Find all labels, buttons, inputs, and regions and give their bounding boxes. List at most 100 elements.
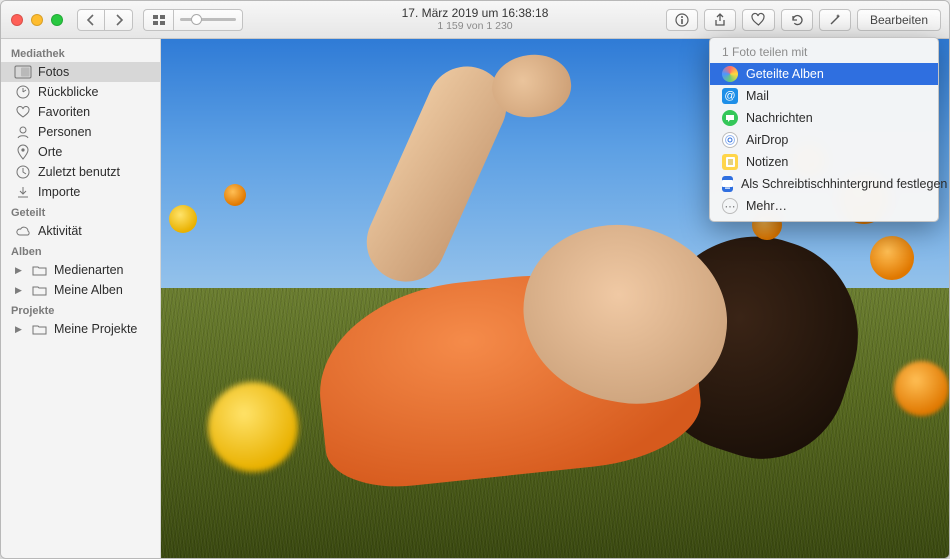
sidebar-item-favorites[interactable]: Favoriten — [1, 102, 160, 122]
enhance-button[interactable] — [819, 9, 851, 31]
grid-icon — [153, 15, 165, 25]
sidebar-item-recent[interactable]: Zuletzt benutzt — [1, 162, 160, 182]
sidebar-label: Zuletzt benutzt — [38, 165, 150, 179]
share-item-mail[interactable]: @ Mail — [710, 85, 938, 107]
download-icon — [15, 185, 31, 199]
minimize-window-button[interactable] — [31, 14, 43, 26]
menu-label: Geteilte Alben — [746, 67, 824, 81]
heart-icon — [15, 105, 31, 119]
sidebar-label: Aktivität — [38, 224, 150, 238]
flower-icon — [208, 382, 298, 472]
sidebar-label: Medienarten — [54, 263, 150, 277]
disclosure-triangle-icon[interactable]: ▶ — [15, 286, 24, 295]
sidebar-item-people[interactable]: Personen — [1, 122, 160, 142]
desktop-icon — [722, 176, 733, 192]
sidebar-item-myprojects[interactable]: ▶ Meine Projekte — [1, 319, 160, 339]
zoom-knob[interactable] — [191, 14, 202, 25]
sidebar-item-places[interactable]: Orte — [1, 142, 160, 162]
nav-buttons — [77, 9, 133, 31]
share-menu: 1 Foto teilen mit Geteilte Alben @ Mail … — [709, 37, 939, 222]
share-item-airdrop[interactable]: AirDrop — [710, 129, 938, 151]
back-button[interactable] — [77, 9, 105, 31]
edit-button[interactable]: Bearbeiten — [857, 9, 941, 31]
sidebar-label: Favoriten — [38, 105, 150, 119]
share-button[interactable] — [704, 9, 736, 31]
sidebar-heading-library: Mediathek — [1, 43, 160, 62]
info-button[interactable] — [666, 9, 698, 31]
window-controls — [1, 14, 63, 26]
titlebar: 17. März 2019 um 16:38:18 1 159 von 1 23… — [1, 1, 949, 39]
close-window-button[interactable] — [11, 14, 23, 26]
flower-icon — [169, 205, 197, 233]
sidebar-label: Meine Projekte — [54, 322, 150, 336]
sidebar-label: Fotos — [38, 65, 150, 79]
menu-label: Nachrichten — [746, 111, 813, 125]
sidebar-label: Orte — [38, 145, 150, 159]
messages-icon — [722, 110, 738, 126]
grid-view-button[interactable] — [143, 9, 173, 31]
flower-icon — [894, 361, 949, 416]
zoom-slider[interactable] — [173, 9, 243, 31]
sidebar-item-activity[interactable]: Aktivität — [1, 221, 160, 241]
notes-icon — [722, 154, 738, 170]
menu-label: AirDrop — [746, 133, 788, 147]
share-item-shared-albums[interactable]: Geteilte Alben — [710, 63, 938, 85]
mail-icon: @ — [722, 88, 738, 104]
chevron-right-icon — [115, 15, 123, 25]
fullscreen-window-button[interactable] — [51, 14, 63, 26]
folder-icon — [31, 322, 47, 336]
zoom-track — [180, 18, 236, 21]
sidebar-label: Rückblicke — [38, 85, 150, 99]
sidebar-item-myalbums[interactable]: ▶ Meine Alben — [1, 280, 160, 300]
rotate-button[interactable] — [781, 9, 813, 31]
share-item-notes[interactable]: Notizen — [710, 151, 938, 173]
sidebar-item-mediatypes[interactable]: ▶ Medienarten — [1, 260, 160, 280]
photo-counter: 1 159 von 1 230 — [402, 20, 549, 32]
menu-label: Mail — [746, 89, 769, 103]
clock-icon — [15, 165, 31, 179]
wand-icon — [828, 13, 842, 27]
disclosure-triangle-icon[interactable]: ▶ — [15, 325, 24, 334]
menu-label: Notizen — [746, 155, 788, 169]
app-window: 17. März 2019 um 16:38:18 1 159 von 1 23… — [0, 0, 950, 559]
rotate-icon — [790, 13, 804, 27]
sidebar-item-imports[interactable]: Importe — [1, 182, 160, 202]
sidebar-item-photos[interactable]: Fotos — [1, 62, 160, 82]
heart-icon — [751, 13, 766, 26]
sidebar-label: Meine Alben — [54, 283, 150, 297]
favorite-button[interactable] — [742, 9, 775, 31]
menu-label: Als Schreibtischhintergrund festlegen — [741, 177, 947, 191]
pin-icon — [15, 145, 31, 159]
share-item-messages[interactable]: Nachrichten — [710, 107, 938, 129]
airdrop-icon — [722, 132, 738, 148]
sidebar-label: Personen — [38, 125, 150, 139]
folder-icon — [31, 283, 47, 297]
sidebar: Mediathek Fotos Rückblicke Favoriten Per… — [1, 39, 161, 558]
people-icon — [15, 125, 31, 139]
sidebar-heading-projects: Projekte — [1, 300, 160, 319]
sidebar-label: Importe — [38, 185, 150, 199]
sidebar-heading-shared: Geteilt — [1, 202, 160, 221]
share-menu-header: 1 Foto teilen mit — [710, 42, 938, 63]
photos-icon — [15, 65, 31, 79]
more-icon: ⋯ — [722, 198, 738, 214]
share-item-wallpaper[interactable]: Als Schreibtischhintergrund festlegen — [710, 173, 938, 195]
forward-button[interactable] — [105, 9, 133, 31]
menu-label: Mehr… — [746, 199, 787, 213]
sidebar-item-memories[interactable]: Rückblicke — [1, 82, 160, 102]
title-center: 17. März 2019 um 16:38:18 1 159 von 1 23… — [402, 7, 549, 33]
shared-albums-icon — [722, 66, 738, 82]
cloud-icon — [15, 224, 31, 238]
share-item-more[interactable]: ⋯ Mehr… — [710, 195, 938, 217]
share-icon — [713, 13, 727, 27]
toolbar-right: Bearbeiten — [666, 9, 949, 31]
info-icon — [675, 13, 689, 27]
photo-date: 17. März 2019 um 16:38:18 — [402, 7, 549, 21]
memories-icon — [15, 85, 31, 99]
edit-label: Bearbeiten — [870, 13, 928, 27]
disclosure-triangle-icon[interactable]: ▶ — [15, 266, 24, 275]
chevron-left-icon — [87, 15, 95, 25]
folder-icon — [31, 263, 47, 277]
view-controls — [143, 9, 243, 31]
sidebar-heading-albums: Alben — [1, 241, 160, 260]
